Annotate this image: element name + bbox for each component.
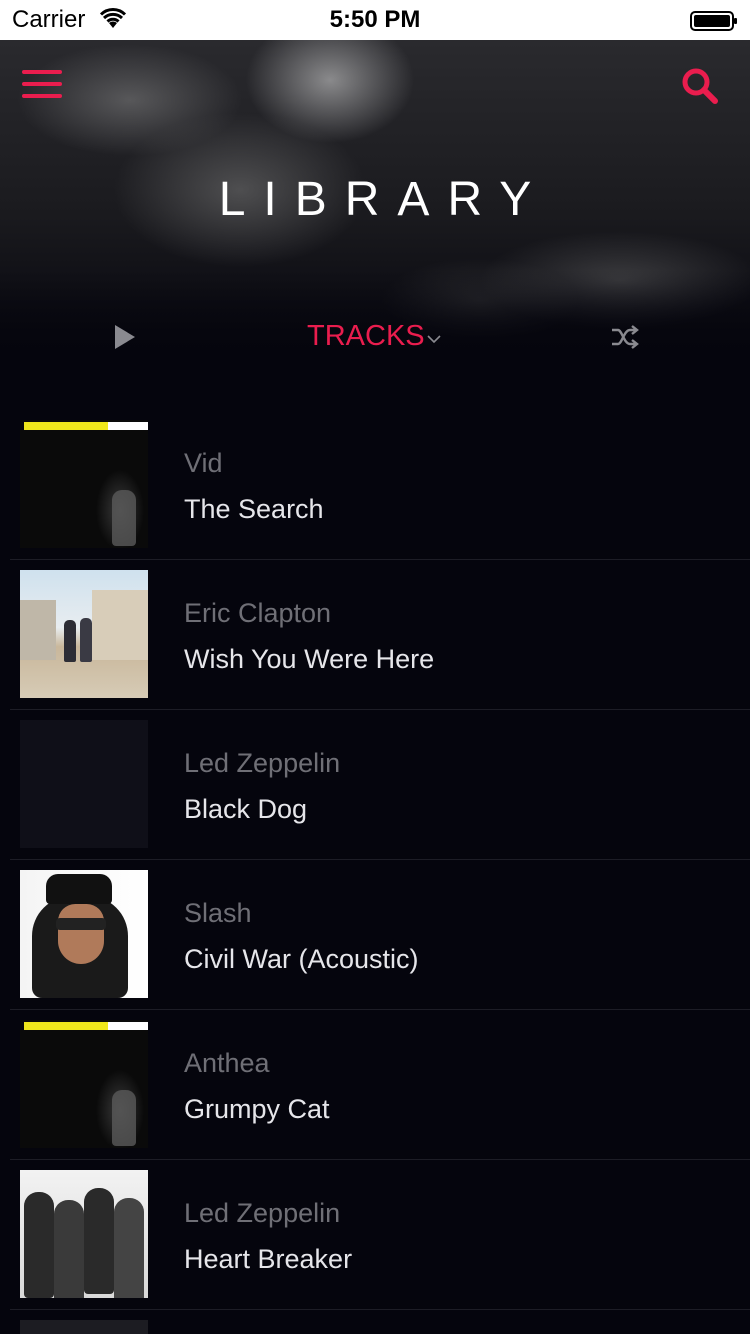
track-title: Civil War (Acoustic) <box>184 944 419 974</box>
library-header: LIBRARY TRACKS <box>0 40 750 360</box>
track-row[interactable]: Slash Civil War (Acoustic) <box>0 860 750 1010</box>
battery-icon <box>690 11 737 31</box>
album-art <box>20 870 148 998</box>
shuffle-icon[interactable] <box>610 324 640 350</box>
track-artist: Led Zeppelin <box>184 748 341 778</box>
track-row[interactable]: Led Zeppelin Black Dog <box>0 710 750 860</box>
album-art <box>20 1020 148 1148</box>
track-title: Wish You Were Here <box>184 644 435 674</box>
track-row[interactable]: Vid The Search <box>0 410 750 560</box>
play-icon[interactable] <box>114 324 136 350</box>
row-divider <box>10 1309 750 1310</box>
album-art <box>20 1170 148 1298</box>
track-list: Vid The Search Eric Clapton Wish You Wer… <box>0 410 750 1310</box>
track-artist: Anthea <box>184 1048 270 1078</box>
track-title: The Search <box>184 494 324 524</box>
album-art-placeholder <box>20 720 148 848</box>
hamburger-menu-icon[interactable] <box>22 70 62 102</box>
chevron-down-icon <box>427 334 441 343</box>
tracks-selector-label: TRACKS <box>307 320 425 352</box>
search-icon[interactable] <box>680 66 720 106</box>
status-bar: Carrier 5:50 PM <box>0 0 750 40</box>
track-title: Grumpy Cat <box>184 1094 330 1124</box>
page-title: LIBRARY <box>218 173 550 226</box>
track-title: Heart Breaker <box>184 1244 353 1274</box>
track-artist: Led Zeppelin <box>184 1198 341 1228</box>
partial-album-art <box>20 1320 148 1334</box>
track-title: Black Dog <box>184 794 308 824</box>
status-time: 5:50 PM <box>329 6 421 33</box>
album-art <box>20 570 148 698</box>
track-row[interactable]: Eric Clapton Wish You Were Here <box>0 560 750 710</box>
track-artist: Eric Clapton <box>184 598 332 628</box>
track-artist: Vid <box>184 448 223 478</box>
track-row[interactable]: Anthea Grumpy Cat <box>0 1010 750 1160</box>
tracks-dropdown[interactable]: TRACKS <box>307 320 441 353</box>
track-artist: Slash <box>184 898 252 928</box>
track-row[interactable]: Led Zeppelin Heart Breaker <box>0 1160 750 1310</box>
album-art <box>20 420 148 548</box>
